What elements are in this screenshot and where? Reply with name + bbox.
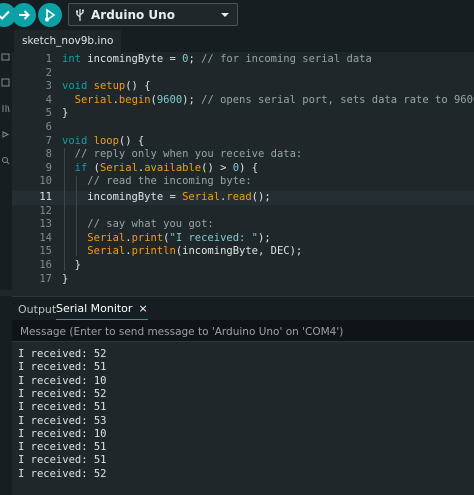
serial-line: I received: 10 bbox=[18, 427, 107, 440]
close-icon[interactable]: × bbox=[138, 302, 147, 315]
search-icon[interactable] bbox=[1, 156, 10, 165]
line-number-active: 11 bbox=[39, 191, 52, 203]
editor-tabs: sketch_nov9b.ino bbox=[12, 30, 474, 52]
debug-panel-icon[interactable] bbox=[1, 130, 10, 139]
line-number: 16 bbox=[39, 259, 52, 271]
activity-bar bbox=[0, 30, 12, 290]
line-number: 8 bbox=[45, 148, 52, 161]
code-line: void setup() { bbox=[62, 80, 151, 93]
code-line: // say what you got: bbox=[87, 218, 214, 231]
line-number: 5 bbox=[45, 107, 52, 120]
line-number: 3 bbox=[45, 80, 52, 93]
code-line: int incomingByte = 0; // for incoming se… bbox=[62, 53, 372, 65]
checkmark-icon bbox=[0, 10, 10, 20]
board-selector[interactable]: Arduino Uno bbox=[68, 3, 238, 26]
tab-output-label: Output bbox=[18, 302, 57, 316]
serial-line: I received: 51 bbox=[18, 401, 107, 414]
code-line: } bbox=[62, 259, 81, 271]
debug-icon bbox=[45, 8, 56, 22]
code-line: void loop() { bbox=[62, 134, 145, 147]
toolbar: Arduino Uno bbox=[0, 0, 474, 30]
code-line: // read the incoming byte: bbox=[87, 175, 252, 188]
line-number: 2 bbox=[45, 66, 52, 79]
arrow-right-icon bbox=[19, 10, 30, 20]
code-line: } bbox=[62, 107, 69, 120]
chevron-down-icon bbox=[213, 12, 237, 18]
code-editor[interactable]: 1 2 3 4 5 6 7 8 9 10 11 12 13 14 15 16 1… bbox=[12, 52, 474, 294]
serial-line: I received: 52 bbox=[18, 467, 107, 480]
tab-sketch[interactable]: sketch_nov9b.ino bbox=[14, 30, 122, 52]
serial-line: I received: 10 bbox=[18, 374, 107, 387]
bottom-panel: Output Serial Monitor × I received: 52 I… bbox=[12, 296, 474, 495]
line-number: 17 bbox=[39, 272, 52, 285]
line-number: 4 bbox=[45, 93, 52, 106]
line-number: 13 bbox=[39, 218, 52, 231]
message-bar bbox=[12, 320, 474, 342]
line-number: 14 bbox=[39, 231, 52, 244]
boards-manager-icon[interactable] bbox=[1, 78, 10, 87]
line-number: 7 bbox=[45, 134, 52, 147]
panel-left-strip bbox=[0, 296, 12, 495]
tab-output[interactable]: Output bbox=[18, 297, 56, 321]
serial-line: I received: 51 bbox=[18, 441, 107, 454]
line-number: 1 bbox=[45, 53, 52, 65]
debug-button[interactable] bbox=[38, 3, 62, 27]
line-number: 10 bbox=[39, 175, 52, 188]
code-line: // reply only when you receive data: bbox=[74, 148, 303, 161]
line-number: 9 bbox=[45, 161, 52, 174]
line-number: 15 bbox=[39, 245, 52, 258]
serial-scrollbar[interactable] bbox=[468, 342, 474, 495]
serial-line: I received: 53 bbox=[18, 414, 107, 427]
tab-serial-monitor-label: Serial Monitor bbox=[56, 301, 133, 315]
code-line: Serial.print("I received: "); bbox=[87, 231, 271, 244]
line-number: 6 bbox=[45, 121, 52, 133]
panel-tabs: Output Serial Monitor × bbox=[12, 296, 474, 321]
library-manager-icon[interactable] bbox=[1, 104, 10, 113]
serial-line: I received: 52 bbox=[18, 348, 107, 360]
serial-line: I received: 51 bbox=[18, 361, 107, 374]
serial-message-input[interactable] bbox=[18, 322, 462, 342]
board-name: Arduino Uno bbox=[91, 7, 175, 22]
tab-serial-monitor[interactable]: Serial Monitor × bbox=[56, 297, 148, 321]
serial-line: I received: 51 bbox=[18, 454, 107, 467]
usb-icon bbox=[69, 8, 91, 22]
code-line: if (Serial.available() > 0) { bbox=[74, 161, 259, 174]
arduino-ide-window: Arduino Uno sketch_nov9b.ino 1 2 3 4 5 6… bbox=[0, 0, 474, 495]
code-line-active: incomingByte = Serial.read(); bbox=[62, 191, 271, 203]
folder-icon[interactable] bbox=[1, 52, 10, 61]
serial-line: I received: 52 bbox=[18, 387, 107, 400]
line-number-gutter: 1 2 3 4 5 6 7 8 9 10 11 12 13 14 15 16 1… bbox=[12, 52, 52, 294]
code-line: } bbox=[62, 272, 69, 285]
code-line: Serial.begin(9600); // opens serial port… bbox=[74, 93, 474, 106]
line-number: 12 bbox=[39, 204, 52, 217]
code-line: Serial.println(incomingByte, DEC); bbox=[87, 245, 303, 258]
serial-output: I received: 52 I received: 51 I received… bbox=[12, 346, 474, 495]
upload-button[interactable] bbox=[12, 3, 36, 27]
code-area[interactable]: int incomingByte = 0; // for incoming se… bbox=[62, 52, 474, 294]
